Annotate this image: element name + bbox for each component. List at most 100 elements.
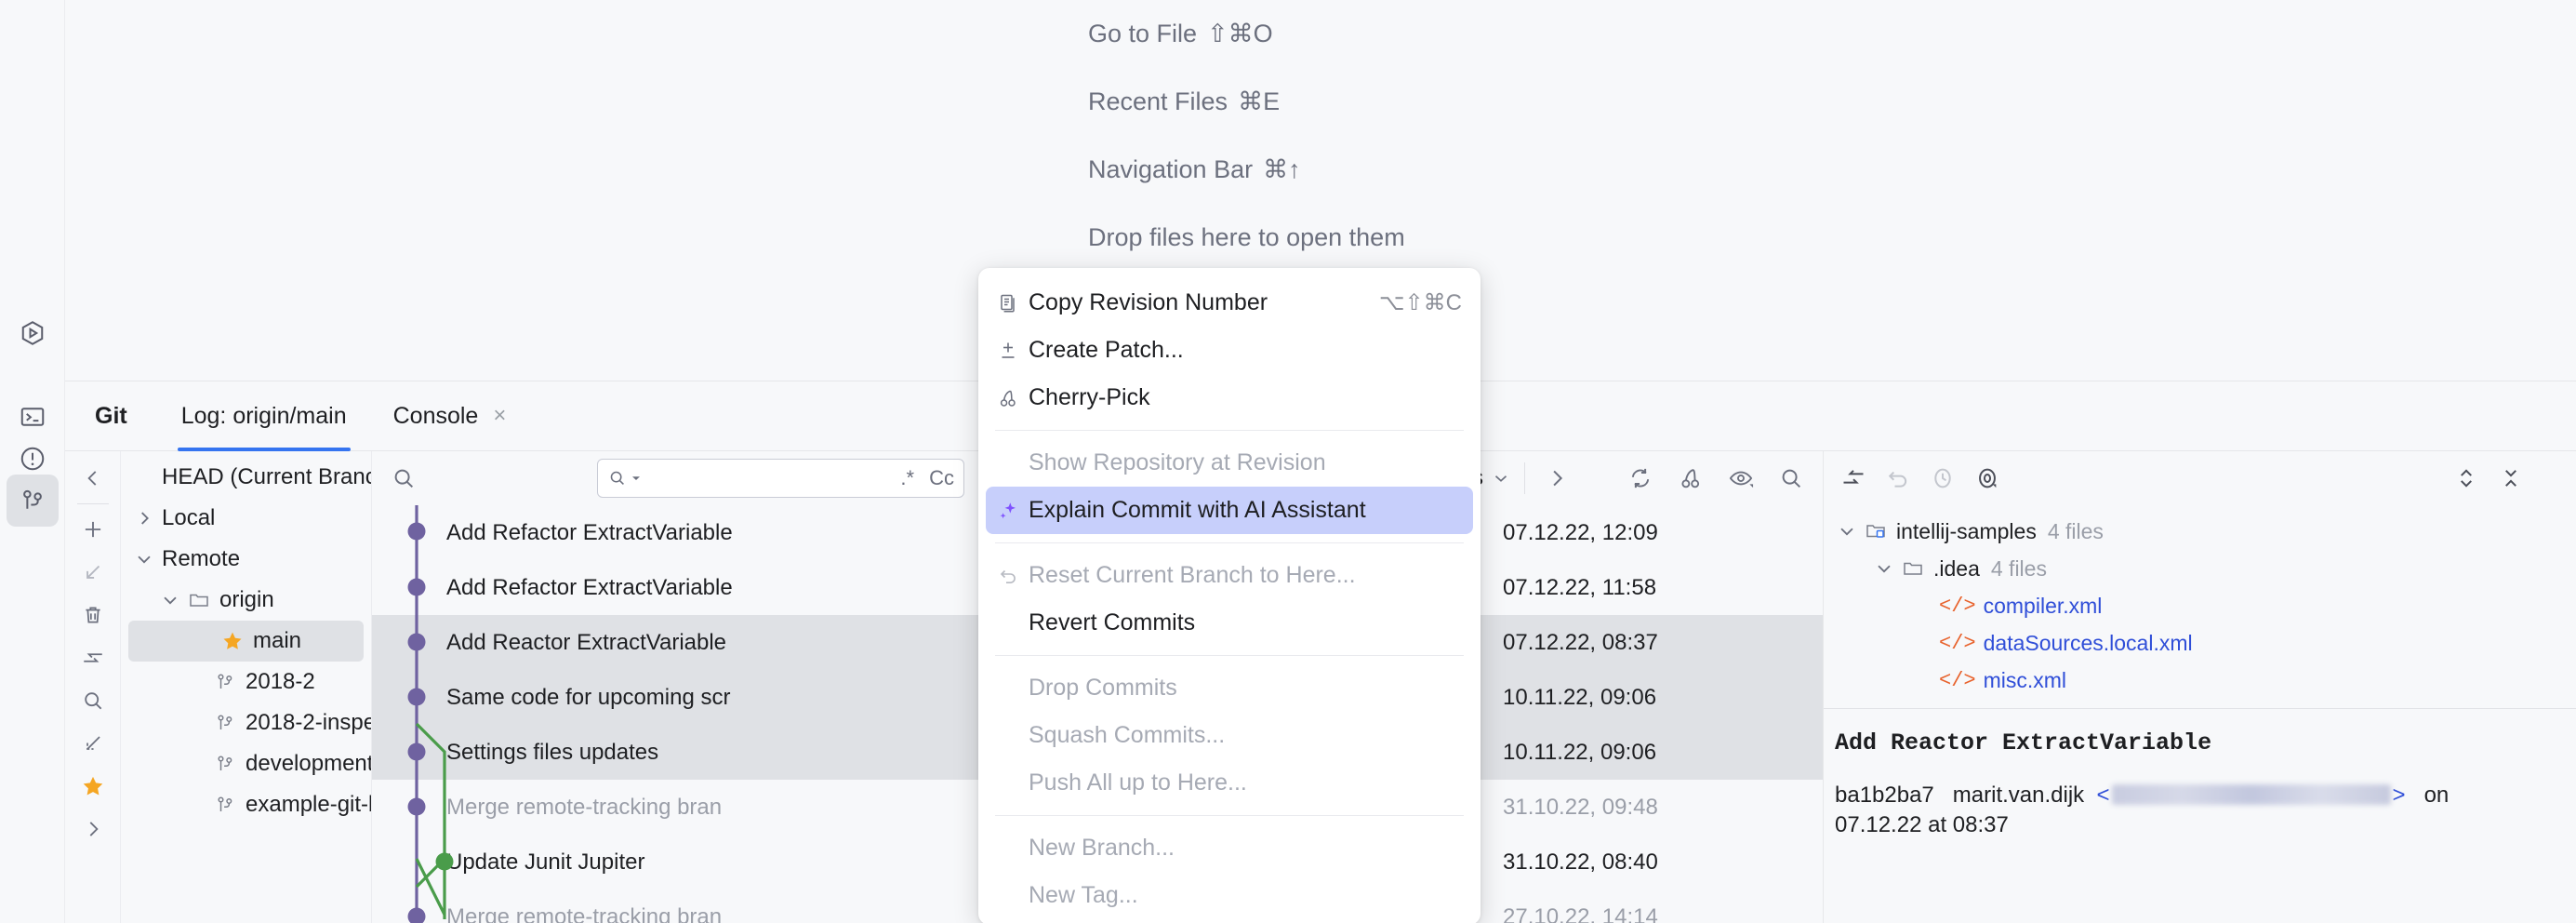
run-icon[interactable] xyxy=(7,307,59,359)
commit-date-cell: 31.10.22, 08:40 xyxy=(1497,849,1823,876)
commit-date-cell: 07.12.22, 08:37 xyxy=(1497,630,1823,656)
menu-item[interactable]: Copy Revision Number ⌥⇧⌘C xyxy=(978,279,1481,327)
file-name: .idea xyxy=(1933,556,1980,582)
menu-item[interactable]: Explain Commit with AI Assistant xyxy=(986,487,1473,534)
regex-toggle[interactable]: .* xyxy=(900,466,914,490)
tab-console[interactable]: Console × xyxy=(390,381,511,451)
version-control-icon[interactable] xyxy=(7,475,59,527)
collapse-all-icon[interactable] xyxy=(72,722,114,765)
hint-shortcut: ⇧⌘O xyxy=(1207,20,1273,48)
menu-item[interactable]: Revert Commits xyxy=(978,599,1481,647)
add-icon[interactable] xyxy=(72,508,114,551)
email-open-angle: < xyxy=(2097,783,2110,808)
toolwindow-title: Git xyxy=(95,403,127,430)
collapse-left-icon[interactable] xyxy=(72,457,114,500)
menu-item: New Branch... xyxy=(978,824,1481,872)
close-icon[interactable]: × xyxy=(493,405,506,427)
log-search-icon[interactable] xyxy=(385,460,422,497)
menu-item-label: New Tag... xyxy=(1029,882,1462,909)
branch-icon xyxy=(214,671,238,693)
collapse-all-icon[interactable] xyxy=(2492,460,2530,497)
menu-item-label: Reset Current Branch to Here... xyxy=(1029,562,1462,589)
branches-tree: HEAD (Current Branch) Local Remote origin ma… xyxy=(121,451,372,923)
email-close-angle: > xyxy=(2393,783,2406,808)
branch-label: Remote xyxy=(162,546,240,572)
branch-tree-row[interactable]: Remote xyxy=(121,539,371,580)
branch-label: main xyxy=(253,628,301,654)
hint-go-to-file: Go to File ⇧⌘O xyxy=(1088,0,1795,68)
eye-icon[interactable] xyxy=(1722,460,1759,497)
branch-tree-row[interactable]: origin xyxy=(121,580,371,621)
history-icon[interactable] xyxy=(1924,460,1961,497)
favorite-star-icon[interactable] xyxy=(72,765,114,808)
changed-file-row[interactable]: intellij-samples4 files xyxy=(1824,513,2576,550)
branch-tree-row[interactable]: main xyxy=(128,621,364,662)
revert-icon[interactable] xyxy=(1879,460,1917,497)
xml-file-icon: </> xyxy=(1939,632,1976,655)
menu-separator xyxy=(995,815,1464,816)
toolbar-divider xyxy=(77,503,109,504)
expand-all-icon[interactable] xyxy=(2448,460,2485,497)
file-count: 4 files xyxy=(1991,556,2047,582)
hint-shortcut: ⌘E xyxy=(1238,87,1280,116)
commit-author: marit.van.dijk xyxy=(1953,783,2084,808)
branch-label: Local xyxy=(162,505,215,531)
favorite-star-icon xyxy=(221,630,246,652)
tab-label: Console xyxy=(393,403,479,430)
log-search-icon-2[interactable] xyxy=(1773,460,1810,497)
menu-separator xyxy=(995,542,1464,543)
commit-context-menu[interactable]: Copy Revision Number ⌥⇧⌘C Create Patch... C… xyxy=(978,268,1481,923)
changed-files-tree[interactable]: intellij-samples4 files .idea 4 files </>co… xyxy=(1824,505,2576,699)
branch-tree-row[interactable]: HEAD (Current Branch) xyxy=(121,457,371,498)
redacted-email xyxy=(2112,784,2391,805)
editor-hint-list: Go to File ⇧⌘O Recent Files ⌘E Navigatio… xyxy=(1088,0,1795,272)
merge-icon[interactable] xyxy=(72,636,114,679)
menu-item[interactable]: Cherry-Pick xyxy=(978,374,1481,421)
delete-icon[interactable] xyxy=(72,594,114,636)
module-icon xyxy=(1865,520,1889,542)
commit-date-cell: 10.11.22, 09:06 xyxy=(1497,740,1823,766)
chevron-down-icon xyxy=(631,474,641,483)
tab-log-origin-main[interactable]: Log: origin/main xyxy=(178,381,351,451)
branch-label: development xyxy=(246,751,372,777)
menu-item-label: Revert Commits xyxy=(1029,609,1462,636)
branch-tree-row[interactable]: 2018-2 xyxy=(121,662,371,702)
fetch-icon[interactable] xyxy=(72,551,114,594)
eye-icon[interactable] xyxy=(1969,460,2006,497)
cherry-pick-icon[interactable] xyxy=(1672,460,1709,497)
refresh-icon[interactable] xyxy=(1622,460,1659,497)
branch-tree-row[interactable]: Local xyxy=(121,498,371,539)
activity-bar xyxy=(0,0,65,923)
branch-tree-row[interactable]: development xyxy=(121,743,371,784)
menu-item-label: Drop Commits xyxy=(1029,675,1462,702)
expand-right-icon[interactable] xyxy=(1538,460,1575,497)
menu-item: Reset Current Branch to Here... xyxy=(978,552,1481,599)
changed-file-row[interactable]: </>compiler.xml xyxy=(1824,587,2576,624)
branch-tree-row[interactable]: example-git-branch xyxy=(121,784,371,825)
search-toggles: .* Cc xyxy=(900,466,954,490)
file-count: 4 files xyxy=(2048,519,2104,544)
menu-item-shortcut: ⌥⇧⌘C xyxy=(1379,289,1462,316)
log-filter-input[interactable]: .* Cc xyxy=(597,459,964,498)
menu-separator xyxy=(995,430,1464,431)
menu-item-label: Create Patch... xyxy=(1029,337,1462,364)
commit-hash: ba1b2ba7 xyxy=(1835,783,1934,808)
compare-icon[interactable] xyxy=(1835,460,1872,497)
case-toggle[interactable]: Cc xyxy=(929,466,954,490)
menu-item-label: Squash Commits... xyxy=(1029,722,1462,749)
changed-file-row[interactable]: </>misc.xml xyxy=(1824,662,2576,699)
branch-label: 2018-2-inspections xyxy=(246,710,372,736)
menu-item[interactable]: Create Patch... xyxy=(978,327,1481,374)
branch-tree-row[interactable]: 2018-2-inspections xyxy=(121,702,371,743)
changed-file-row[interactable]: .idea 4 files xyxy=(1824,550,2576,587)
cherry-pick-icon xyxy=(997,387,1029,409)
copy-icon xyxy=(997,292,1029,314)
menu-item: New Tag... xyxy=(978,872,1481,919)
menu-item-label: New Branch... xyxy=(1029,835,1462,862)
details-toolbar xyxy=(1824,451,2576,505)
search-icon[interactable] xyxy=(72,679,114,722)
menu-item-label: Copy Revision Number xyxy=(1029,289,1351,316)
branch-icon xyxy=(214,794,238,816)
expand-right-icon[interactable] xyxy=(72,808,114,850)
changed-file-row[interactable]: </>dataSources.local.xml xyxy=(1824,624,2576,662)
